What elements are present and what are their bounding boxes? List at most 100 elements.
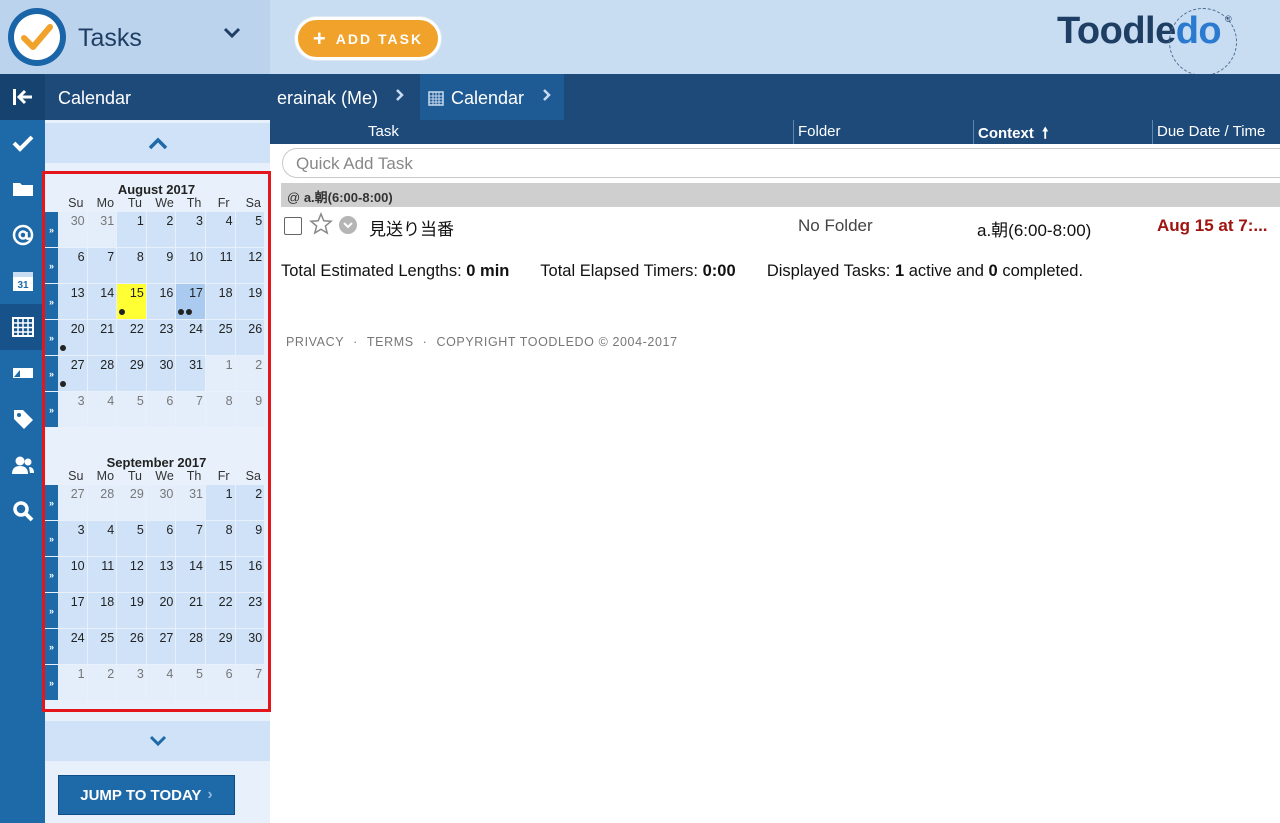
view-week-button[interactable]: » [45, 212, 58, 248]
calendar-day[interactable]: 9 [146, 248, 177, 284]
calendar-day[interactable]: 6 [205, 665, 236, 701]
calendar-day[interactable]: 5 [117, 392, 147, 428]
calendar-day[interactable]: 26 [117, 629, 147, 665]
task-context[interactable]: a.朝(6:00-8:00) [977, 216, 1091, 241]
calendar-day[interactable]: 10 [58, 557, 88, 593]
calendar-day[interactable]: 13 [58, 284, 88, 320]
calendar-day[interactable]: 1 [58, 665, 88, 701]
calendar-day[interactable]: 21 [87, 320, 118, 356]
calendar-day[interactable]: 14 [176, 557, 206, 593]
view-week-button[interactable]: » [45, 356, 58, 392]
calendar-day[interactable]: 18 [205, 284, 236, 320]
calendar-day[interactable]: 19 [117, 593, 147, 629]
view-week-button[interactable]: » [45, 665, 58, 701]
calendar-day[interactable]: 27 [58, 485, 88, 521]
collaborators-icon[interactable] [0, 442, 45, 488]
column-due-date[interactable]: Due Date / Time [1157, 123, 1265, 140]
calendar-day[interactable]: 30 [235, 629, 266, 665]
calendar-day[interactable]: 20 [146, 593, 177, 629]
collapse-sidebar-icon[interactable] [0, 74, 45, 120]
column-folder[interactable]: Folder [798, 123, 841, 140]
calendar-day[interactable]: 10 [176, 248, 206, 284]
calendar-day[interactable]: 22 [205, 593, 236, 629]
calendar-day[interactable]: 12 [235, 248, 266, 284]
calendar-day[interactable]: 8 [117, 248, 147, 284]
calendar-day[interactable]: 28 [87, 356, 118, 392]
breadcrumb-view[interactable]: Calendar [451, 88, 524, 109]
calendar-day[interactable]: 22 [117, 320, 147, 356]
add-task-button[interactable]: + ADD TASK [295, 17, 441, 60]
calendar-day[interactable]: 5 [117, 521, 147, 557]
calendar-day[interactable]: 29 [117, 356, 147, 392]
app-switcher[interactable]: Tasks [0, 0, 270, 74]
view-week-button[interactable]: » [45, 557, 58, 593]
calendar-day[interactable]: 2 [87, 665, 118, 701]
quick-add-input[interactable]: Quick Add Task [282, 148, 1280, 178]
calendar-grid-icon[interactable] [0, 304, 45, 350]
privacy-link[interactable]: PRIVACY [286, 335, 344, 349]
calendar-day[interactable]: 8 [205, 392, 236, 428]
calendar-day[interactable]: 26 [235, 320, 266, 356]
column-context[interactable]: Context 🠕 [978, 123, 1048, 148]
calendar-day[interactable]: 25 [87, 629, 118, 665]
calendar-day[interactable]: 3 [176, 212, 206, 248]
terms-link[interactable]: TERMS [367, 335, 414, 349]
tag-icon[interactable] [0, 396, 45, 442]
calendar-day[interactable]: 30 [146, 485, 177, 521]
calendar-day[interactable]: 18 [87, 593, 118, 629]
calendar-day[interactable]: 3 [58, 392, 88, 428]
priority-chevron-icon[interactable] [339, 216, 357, 234]
calendar-day[interactable]: 5 [176, 665, 206, 701]
chevron-down-icon[interactable] [222, 26, 242, 45]
calendar-day[interactable]: 2 [146, 212, 177, 248]
calendar-day[interactable]: 3 [58, 521, 88, 557]
view-week-button[interactable]: » [45, 284, 58, 320]
calendar-day[interactable]: 9 [235, 392, 266, 428]
calendar-day[interactable]: 17 [176, 284, 206, 320]
calendar-day[interactable]: 6 [146, 392, 177, 428]
calendar-day[interactable]: 29 [117, 485, 147, 521]
calendar-day[interactable]: 17 [58, 593, 88, 629]
calendar-day[interactable]: 5 [235, 212, 266, 248]
calendar-day[interactable]: 31 [176, 485, 206, 521]
calendar-day[interactable]: 11 [87, 557, 118, 593]
calendar-day[interactable]: 8 [205, 521, 236, 557]
folder-icon[interactable] [0, 166, 45, 212]
prev-month-button[interactable] [45, 123, 270, 163]
task-folder[interactable]: No Folder [798, 216, 873, 236]
calendar-day[interactable]: 31 [176, 356, 206, 392]
calendar-day[interactable]: 20 [58, 320, 88, 356]
view-week-button[interactable]: » [45, 629, 58, 665]
calendar-day[interactable]: 28 [176, 629, 206, 665]
context-at-icon[interactable] [0, 212, 45, 258]
view-week-button[interactable]: » [45, 248, 58, 284]
calendar-day[interactable]: 30 [146, 356, 177, 392]
calendar-day[interactable]: 1 [205, 485, 236, 521]
calendar-day[interactable]: 21 [176, 593, 206, 629]
complete-checkbox[interactable] [284, 217, 302, 235]
calendar-day[interactable]: 6 [58, 248, 88, 284]
task-due-date[interactable]: Aug 15 at 7:... [1157, 216, 1280, 236]
calendar-day[interactable]: 24 [176, 320, 206, 356]
jump-to-today-button[interactable]: JUMP TO TODAY › [58, 775, 235, 815]
calendar-day[interactable]: 19 [235, 284, 266, 320]
view-week-button[interactable]: » [45, 392, 58, 428]
calendar-day[interactable]: 9 [235, 521, 266, 557]
calendar-day[interactable]: 7 [235, 665, 266, 701]
goals-icon[interactable] [0, 350, 45, 396]
calendar-day[interactable]: 29 [205, 629, 236, 665]
calendar-day[interactable]: 11 [205, 248, 236, 284]
calendar-day[interactable]: 27 [146, 629, 177, 665]
calendar-day[interactable]: 16 [235, 557, 266, 593]
calendar-day[interactable]: 2 [235, 356, 266, 392]
calendar-day[interactable]: 27 [58, 356, 88, 392]
task-title[interactable]: 見送り当番 [369, 215, 454, 240]
calendar-day[interactable]: 12 [117, 557, 147, 593]
calendar-day[interactable]: 23 [235, 593, 266, 629]
calendar-day[interactable]: 2 [235, 485, 266, 521]
calendar-day[interactable]: 4 [146, 665, 177, 701]
calendar-day[interactable]: 4 [87, 521, 118, 557]
tasks-check-icon[interactable] [0, 120, 45, 166]
view-week-button[interactable]: » [45, 521, 58, 557]
calendar-day[interactable]: 30 [58, 212, 88, 248]
